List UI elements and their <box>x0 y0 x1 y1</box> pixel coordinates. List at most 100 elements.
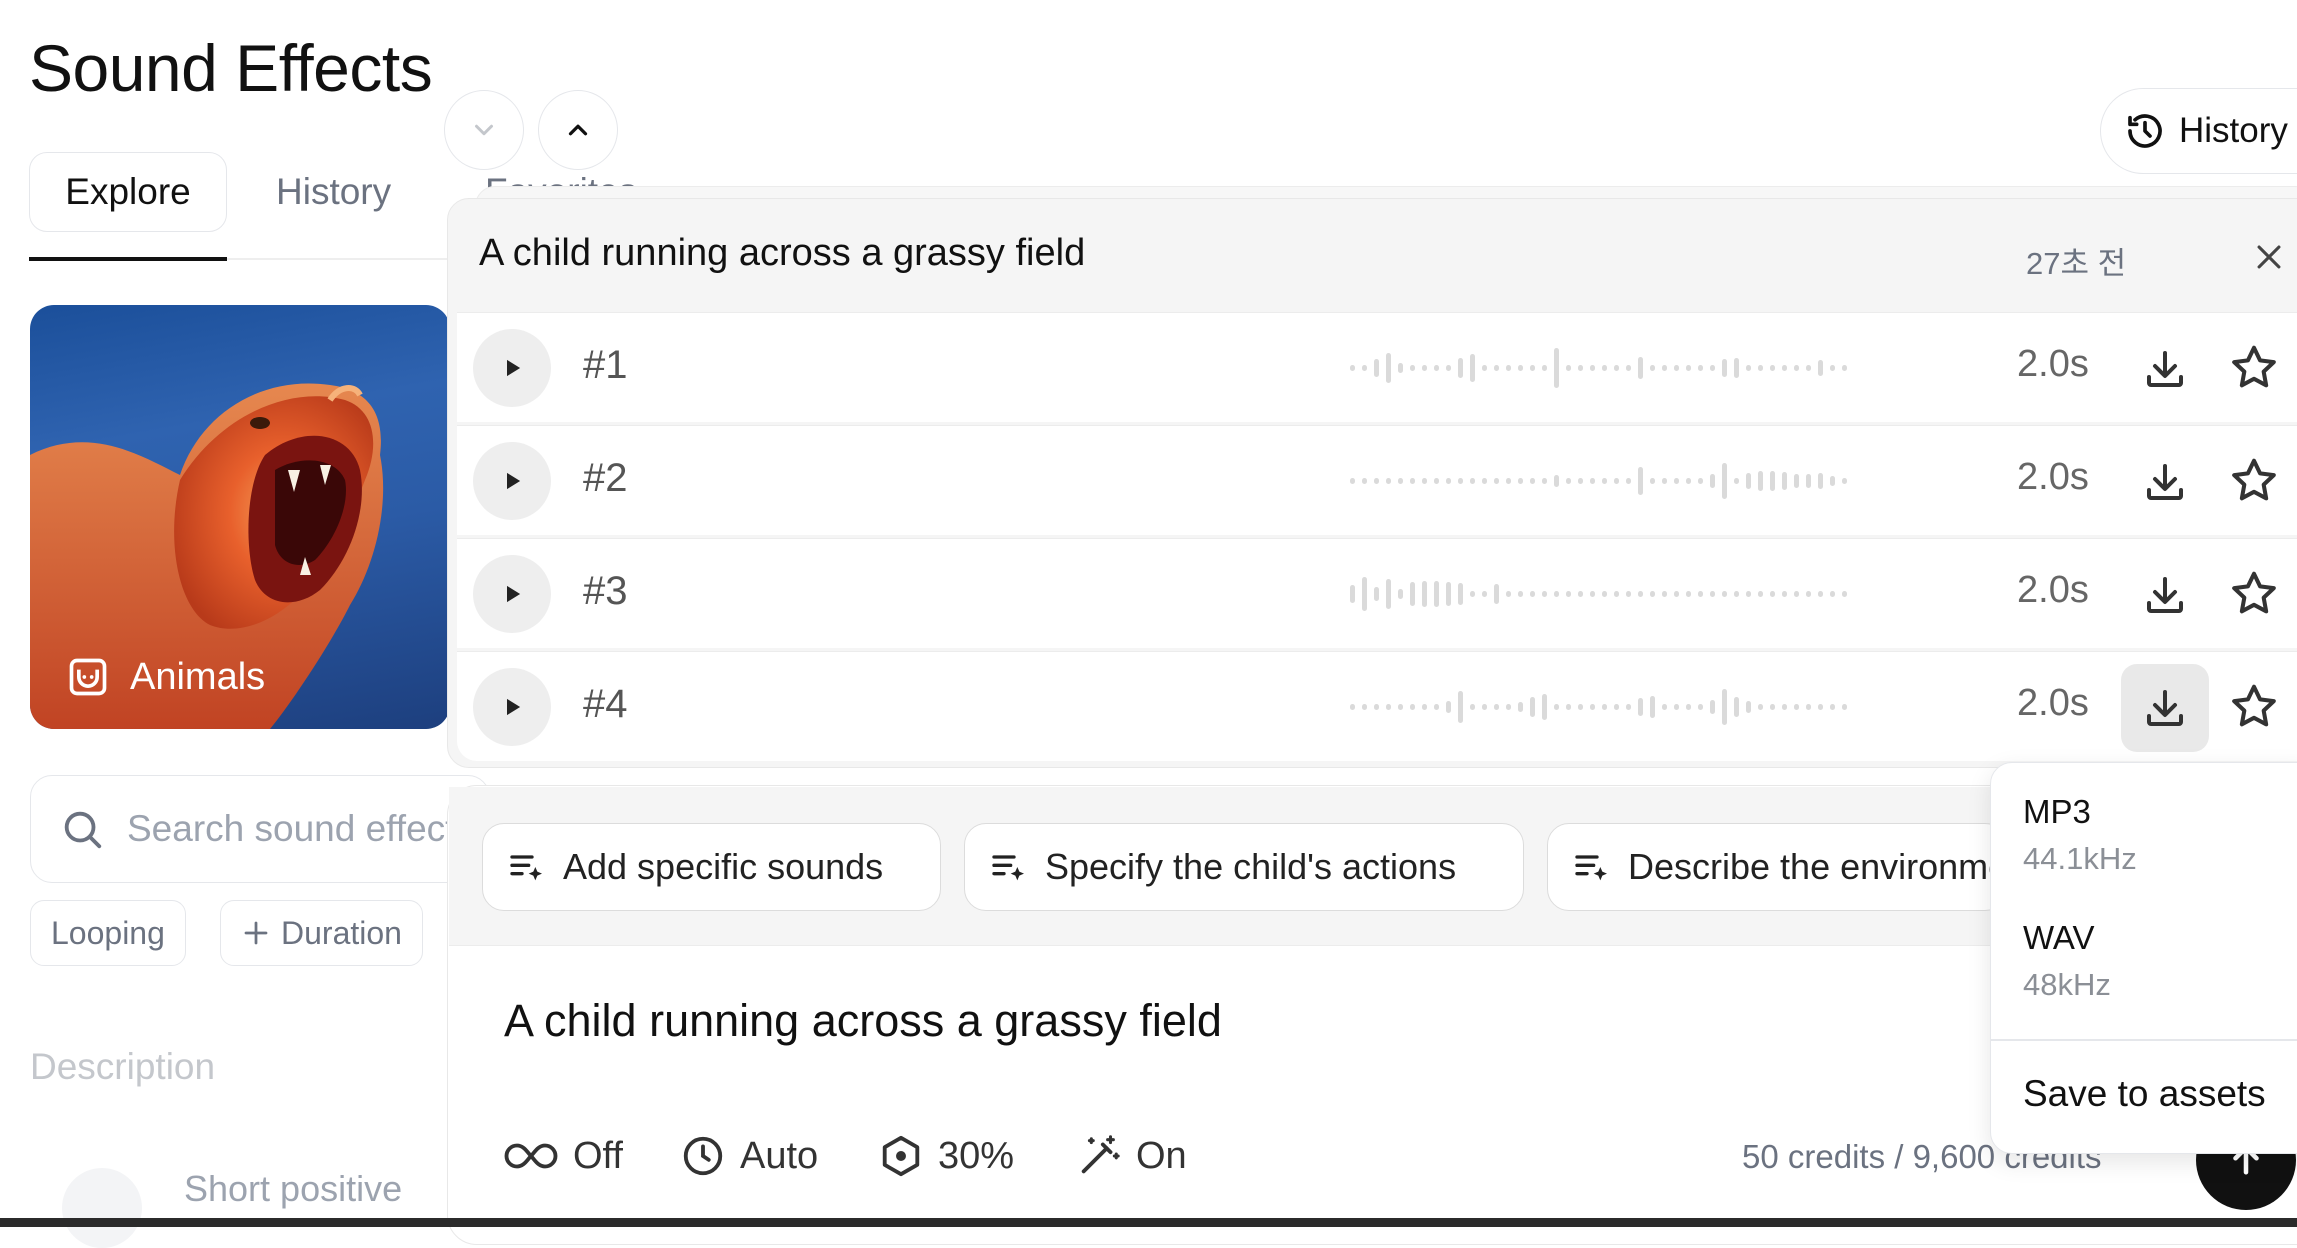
waveform-bar <box>1470 704 1475 710</box>
waveform-bar <box>1590 478 1595 484</box>
waveform-bar <box>1818 591 1823 597</box>
play-button[interactable] <box>473 668 551 746</box>
waveform-bar <box>1626 365 1631 371</box>
waveform-bar <box>1494 584 1499 604</box>
waveform-bar <box>1806 474 1811 488</box>
waveform-bar <box>1542 694 1547 720</box>
loop-toggle[interactable]: Off <box>503 1128 623 1184</box>
waveform-bar <box>1794 474 1799 488</box>
waveform-bar <box>1698 704 1703 710</box>
waveform-bar <box>1842 365 1847 371</box>
play-button[interactable] <box>473 442 551 520</box>
search-icon <box>59 806 105 852</box>
scroll-up-button[interactable] <box>538 90 618 170</box>
waveform-bar <box>1746 591 1751 597</box>
play-button[interactable] <box>473 555 551 633</box>
waveform-bar <box>1554 704 1559 710</box>
waveform-bar <box>1566 704 1571 710</box>
waveform-bar <box>1734 358 1739 378</box>
waveform-bar <box>1470 478 1475 484</box>
waveform-bar <box>1590 365 1595 371</box>
download-mp3[interactable]: MP3 <box>2023 793 2091 831</box>
waveform-bar <box>1482 704 1487 710</box>
waveform-bar <box>1770 365 1775 371</box>
category-card-animals[interactable]: Animals <box>30 305 450 729</box>
waveform-bar <box>1614 478 1619 484</box>
waveform-bar <box>1650 478 1655 484</box>
waveform-bar <box>1482 478 1487 484</box>
active-tab-indicator <box>29 257 227 261</box>
waveform-bar <box>1530 365 1535 371</box>
suggestion-child-actions[interactable]: Specify the child's actions <box>964 823 1524 911</box>
waveform[interactable] <box>1348 564 1848 624</box>
play-button[interactable] <box>473 329 551 407</box>
sparkle-list-icon <box>989 847 1029 887</box>
waveform-bar <box>1530 697 1535 717</box>
list-play-button[interactable] <box>62 1168 142 1248</box>
waveform[interactable] <box>1348 451 1848 511</box>
waveform-bar <box>1398 363 1403 373</box>
history-button[interactable]: History <box>2100 88 2297 174</box>
result-row: #3 2.0s <box>457 538 2297 648</box>
favorite-button[interactable] <box>2227 341 2281 395</box>
waveform-bar <box>1482 591 1487 597</box>
filter-looping[interactable]: Looping <box>30 900 186 966</box>
card-label-text: Animals <box>130 655 266 698</box>
influence-option[interactable]: 30% <box>878 1128 1014 1184</box>
download-button[interactable] <box>2121 438 2209 526</box>
prompt-input[interactable]: A child running across a grassy field <box>504 995 1222 1047</box>
suggestion-add-sounds[interactable]: Add specific sounds <box>482 823 941 911</box>
star-icon <box>2227 454 2281 508</box>
waveform-bar <box>1602 591 1607 597</box>
favorite-button[interactable] <box>2227 454 2281 508</box>
download-button[interactable] <box>2121 551 2209 639</box>
download-button[interactable] <box>2121 325 2209 413</box>
waveform-bar <box>1434 478 1439 484</box>
waveform-bar <box>1638 698 1643 716</box>
tab-explore[interactable]: Explore <box>29 152 227 232</box>
star-icon <box>2227 567 2281 621</box>
suggestion-environment[interactable]: Describe the environment <box>1547 823 2007 911</box>
waveform-bar <box>1518 365 1523 371</box>
favorite-button[interactable] <box>2227 567 2281 621</box>
suggestion-label: Specify the child's actions <box>1045 846 1457 887</box>
sparkle-list-icon <box>1572 847 1612 887</box>
enhance-option[interactable]: On <box>1076 1128 1187 1184</box>
waveform-bar <box>1842 704 1847 710</box>
waveform-bar <box>1386 478 1391 484</box>
download-icon <box>2141 684 2189 732</box>
waveform-bar <box>1494 704 1499 710</box>
waveform-bar <box>1362 704 1367 710</box>
close-button[interactable] <box>2252 240 2286 274</box>
waveform-bar <box>1578 478 1583 484</box>
waveform-bar <box>1386 704 1391 710</box>
waveform-bar <box>1674 591 1679 597</box>
search-input[interactable]: Search sound effects... <box>30 775 505 883</box>
scroll-down-button[interactable] <box>444 90 524 170</box>
waveform-bar <box>1818 473 1823 489</box>
history-button-label: History <box>2179 111 2288 150</box>
waveform-bar <box>1650 591 1655 597</box>
waveform-bar <box>1398 704 1403 710</box>
save-to-assets-button[interactable]: Save to assets <box>2023 1073 2266 1115</box>
waveform-bar <box>1374 587 1379 601</box>
filter-duration[interactable]: Duration <box>220 900 423 966</box>
waveform-bar <box>1710 700 1715 714</box>
waveform-bar <box>1422 704 1427 710</box>
duration-value: Auto <box>740 1134 819 1177</box>
waveform-bar <box>1686 704 1691 710</box>
animal-icon <box>66 655 110 699</box>
result-label: #1 <box>583 343 628 387</box>
waveform[interactable] <box>1348 338 1848 398</box>
favorite-button[interactable] <box>2227 680 2281 734</box>
menu-divider <box>1991 1039 2297 1041</box>
card-label: Animals <box>66 655 265 699</box>
waveform-bar <box>1638 467 1643 495</box>
duration-option[interactable]: Auto <box>680 1128 818 1184</box>
tab-history[interactable]: History <box>276 152 391 232</box>
waveform-bar <box>1578 704 1583 710</box>
download-wav[interactable]: WAV <box>2023 919 2095 957</box>
waveform-bar <box>1770 471 1775 491</box>
download-button[interactable] <box>2121 664 2209 752</box>
waveform[interactable] <box>1348 677 1848 737</box>
